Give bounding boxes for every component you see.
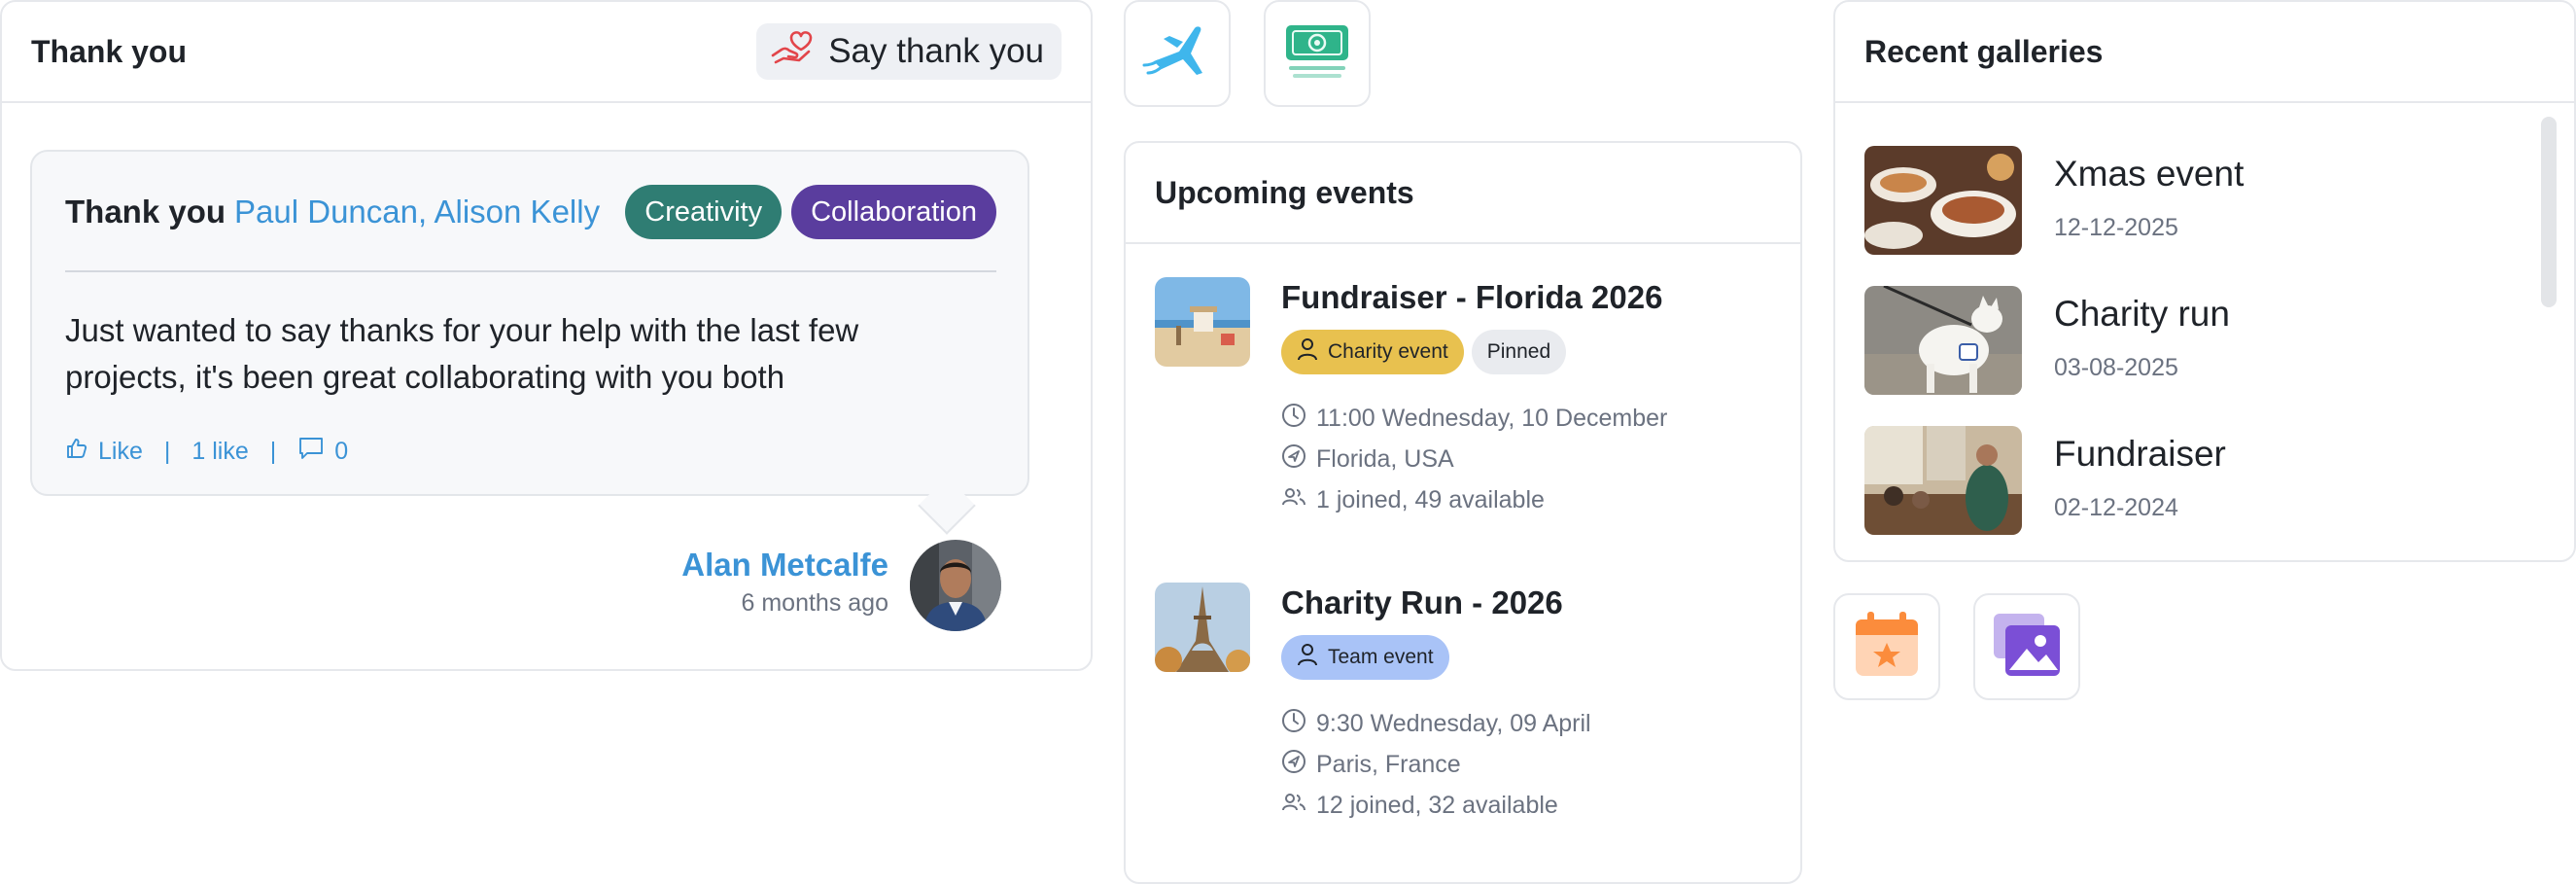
- gallery-thumbnail: [1864, 426, 2022, 535]
- event-title[interactable]: Charity Run - 2026: [1281, 583, 1777, 623]
- event-title[interactable]: Fundraiser - Florida 2026: [1281, 277, 1777, 318]
- post-divider: [65, 270, 996, 272]
- event-time: 11:00 Wednesday, 10 December: [1316, 404, 1668, 432]
- author-timestamp: 6 months ago: [741, 589, 889, 617]
- location-icon: [1281, 443, 1306, 476]
- gallery-item[interactable]: Charity run 03-08-2025: [1864, 286, 2525, 395]
- comment-count: 0: [334, 438, 349, 465]
- post-header: Thank you Paul Duncan, Alison Kelly Crea…: [65, 183, 996, 241]
- like-label: Like: [98, 438, 143, 465]
- event-time-row: 11:00 Wednesday, 10 December: [1281, 398, 1777, 439]
- gallery-item[interactable]: Fundraiser 02-12-2024: [1864, 426, 2525, 535]
- tag-team-event: Team event: [1281, 635, 1449, 680]
- calendar-star-icon: [1852, 610, 1922, 685]
- images-icon: [1992, 610, 2062, 685]
- gallery-title: Charity run: [2054, 294, 2230, 334]
- comment-icon: [297, 436, 325, 468]
- heart-hand-icon: [770, 28, 815, 76]
- events-header: Upcoming events: [1126, 143, 1800, 244]
- post-message-line: Just wanted to say thanks for your help …: [65, 312, 859, 348]
- thank-you-header: Thank you Say thank you: [2, 2, 1091, 103]
- clock-icon: [1281, 708, 1306, 740]
- event-meta: 11:00 Wednesday, 10 December Florida, US…: [1281, 398, 1777, 520]
- galleries-header: Recent galleries: [1835, 2, 2574, 103]
- event-location: Florida, USA: [1316, 444, 1454, 473]
- user-icon: [1297, 337, 1318, 367]
- author-avatar[interactable]: [910, 540, 1001, 631]
- gallery-thumbnail: [1864, 146, 2022, 255]
- travel-tile[interactable]: [1124, 0, 1231, 107]
- gallery-date: 02-12-2024: [2054, 494, 2178, 521]
- recent-galleries-card: Recent galleries Xmas event 12-12-2025 C…: [1833, 0, 2576, 562]
- upcoming-events-card: Upcoming events Fundraiser - Florida 202…: [1124, 141, 1802, 884]
- event-attendance-row: 1 joined, 49 available: [1281, 479, 1777, 520]
- post-recipients[interactable]: Paul Duncan, Alison Kelly: [234, 194, 600, 230]
- payments-tile[interactable]: [1264, 0, 1371, 107]
- event-location: Paris, France: [1316, 750, 1461, 778]
- author-name[interactable]: Alan Metcalfe: [681, 547, 888, 583]
- clock-icon: [1281, 403, 1306, 435]
- post-author: Alan Metcalfe 6 months ago: [681, 547, 888, 618]
- action-separator: |: [163, 438, 171, 465]
- calendar-tile[interactable]: [1833, 593, 1940, 700]
- galleries-title: Recent galleries: [1864, 33, 2104, 69]
- comments-button[interactable]: 0: [297, 436, 348, 468]
- airplane-icon: [1140, 22, 1214, 86]
- event-time-row: 9:30 Wednesday, 09 April: [1281, 703, 1777, 744]
- gallery-date: 03-08-2025: [2054, 354, 2178, 381]
- events-title: Upcoming events: [1155, 174, 1414, 210]
- thumbs-up-icon: [65, 437, 88, 467]
- tag-label: Team event: [1328, 646, 1434, 668]
- event-location-row: Florida, USA: [1281, 439, 1777, 479]
- thank-you-title: Thank you: [31, 33, 188, 69]
- gallery-title: Xmas event: [2054, 154, 2245, 194]
- event-tags: Charity event Pinned: [1281, 330, 1777, 374]
- event-details: Charity Run - 2026 Team event 9:30 Wedne…: [1281, 583, 1777, 826]
- tag-label: Charity event: [1328, 340, 1448, 363]
- action-separator: |: [269, 438, 277, 465]
- event-attendance-row: 12 joined, 32 available: [1281, 785, 1777, 826]
- post-message-line: projects, it's been great collaborating …: [65, 359, 785, 395]
- event-time: 9:30 Wednesday, 09 April: [1316, 709, 1591, 737]
- event-attendance: 12 joined, 32 available: [1316, 791, 1558, 819]
- post-actions: Like | 1 like | 0: [65, 436, 348, 468]
- event-thumbnail: [1155, 583, 1250, 672]
- money-icon: [1283, 22, 1351, 86]
- post-lead: Thank you: [65, 194, 226, 230]
- user-icon: [1297, 643, 1318, 672]
- people-icon: [1281, 790, 1306, 822]
- event-meta: 9:30 Wednesday, 09 April Paris, France 1…: [1281, 703, 1777, 826]
- tag-pinned: Pinned: [1471, 330, 1567, 374]
- say-thank-you-button[interactable]: Say thank you: [756, 23, 1062, 80]
- gallery-scrollbar[interactable]: [2541, 117, 2557, 307]
- gallery-title: Fundraiser: [2054, 434, 2226, 474]
- event-tags: Team event: [1281, 635, 1777, 680]
- tag-charity-event: Charity event: [1281, 330, 1464, 374]
- images-tile[interactable]: [1973, 593, 2080, 700]
- thank-you-post: Thank you Paul Duncan, Alison Kelly Crea…: [30, 150, 1029, 496]
- people-icon: [1281, 484, 1306, 516]
- gallery-thumbnail: [1864, 286, 2022, 395]
- post-tags: Creativity Collaboration: [625, 185, 996, 239]
- tag-creativity: Creativity: [625, 185, 783, 239]
- like-count[interactable]: 1 like: [191, 438, 248, 466]
- gallery-date: 12-12-2025: [2054, 214, 2178, 241]
- event-details: Fundraiser - Florida 2026 Charity event …: [1281, 277, 1777, 520]
- like-button[interactable]: Like: [65, 437, 143, 467]
- thank-you-card: Thank you Say thank you Thank you Paul D…: [0, 0, 1093, 671]
- gallery-item[interactable]: Xmas event 12-12-2025: [1864, 146, 2525, 255]
- post-message: Just wanted to say thanks for your help …: [65, 307, 921, 401]
- tag-collaboration: Collaboration: [791, 185, 996, 239]
- event-attendance: 1 joined, 49 available: [1316, 485, 1545, 513]
- event-location-row: Paris, France: [1281, 744, 1777, 785]
- location-icon: [1281, 749, 1306, 781]
- say-thank-you-label: Say thank you: [828, 32, 1044, 70]
- event-thumbnail: [1155, 277, 1250, 367]
